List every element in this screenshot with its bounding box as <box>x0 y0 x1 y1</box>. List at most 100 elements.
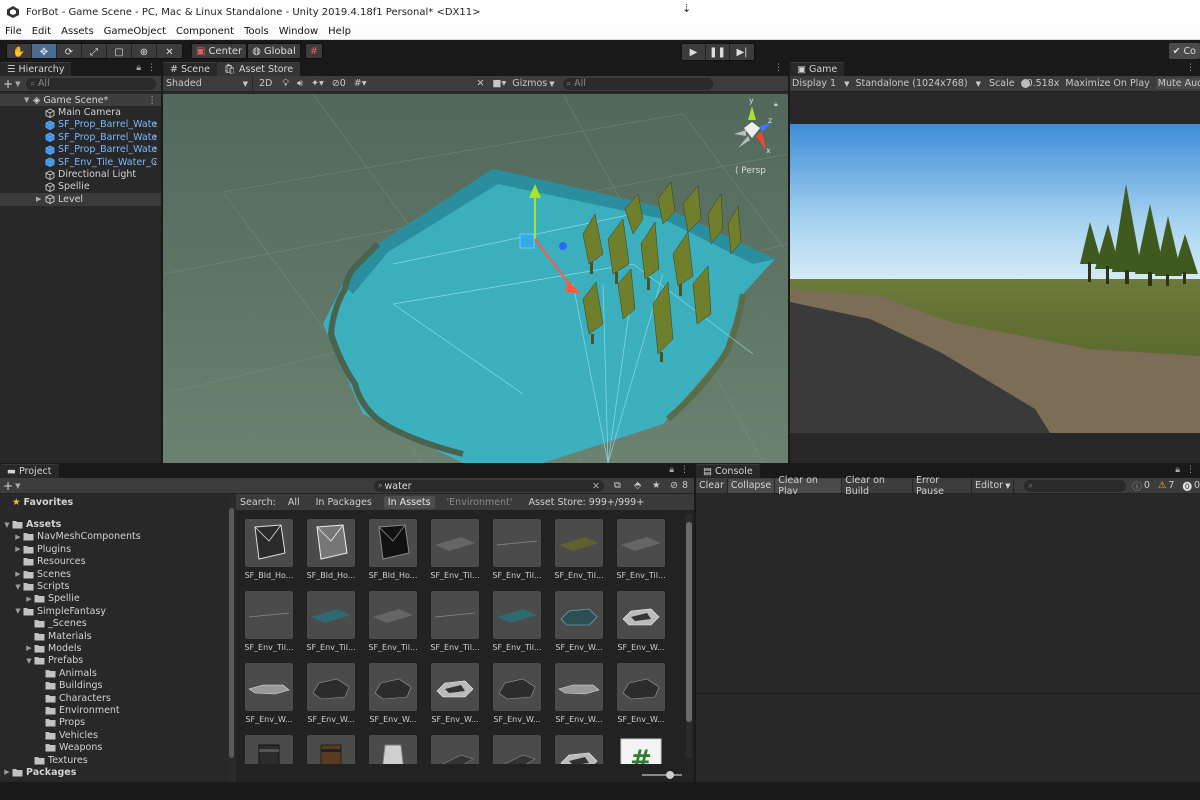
move-tool-button[interactable]: ✥ <box>32 44 57 58</box>
folder-row[interactable]: Animals <box>0 667 228 679</box>
maximize-on-play-toggle[interactable]: Maximize On Play <box>1065 78 1149 89</box>
visibility-icon[interactable]: ⊘ <box>332 78 340 89</box>
camera-tools-icon[interactable]: ✕ <box>477 78 485 89</box>
hierarchy-item[interactable]: Main Camera <box>0 106 161 118</box>
expand-arrow-icon[interactable]: ▶ <box>24 644 34 652</box>
kebab-menu-icon[interactable]: ⋮ <box>680 465 689 475</box>
scene-menu-icon[interactable]: ⋮ <box>148 95 158 106</box>
folder-row[interactable]: Weapons <box>0 741 228 753</box>
prefab-open-chevron-icon[interactable]: › <box>153 119 157 130</box>
console-collapse-button[interactable]: Collapse <box>727 478 776 493</box>
folder-row[interactable]: Environment <box>0 704 228 716</box>
tree-scrollbar[interactable] <box>229 508 234 758</box>
scene-viewport[interactable]: y z x 🔒︎ ⟨ Persp <box>163 94 788 463</box>
hierarchy-item[interactable]: SF_Prop_Barrel_Wate › <box>0 131 161 143</box>
menu-gameobject[interactable]: GameObject <box>99 26 171 37</box>
hierarchy-item[interactable]: SF_Prop_Barrel_Wate › <box>0 144 161 156</box>
folder-row[interactable]: ▼ SimpleFantasy <box>0 605 228 617</box>
folder-row[interactable]: ▶ Models <box>0 642 228 654</box>
asset-tile[interactable]: SF_Env_W... <box>488 663 546 729</box>
camera-settings-icon[interactable]: ■▾ <box>492 78 506 89</box>
asset-tile[interactable] <box>240 735 298 764</box>
asset-tile[interactable] <box>550 735 608 764</box>
folder-row[interactable]: ▶ Plugins <box>0 543 228 555</box>
tab-game[interactable]: ▣ Game <box>790 62 845 76</box>
asset-tile[interactable]: SF_Env_Til... <box>550 519 608 585</box>
menu-component[interactable]: Component <box>171 26 239 37</box>
asset-tile[interactable]: SF_Env_W... <box>302 663 360 729</box>
grid-snap-button[interactable]: # <box>304 43 324 59</box>
grid-scrollbar[interactable] <box>686 514 692 758</box>
pivot-center-toggle[interactable]: ▣ Center <box>191 43 248 59</box>
asset-tile[interactable]: SF_Env_W... <box>550 663 608 729</box>
gizmos-dropdown[interactable]: Gizmos <box>512 78 547 89</box>
folder-row[interactable]: Vehicles <box>0 729 228 741</box>
scope-all[interactable]: All <box>284 496 304 509</box>
grid-scrollbar-thumb[interactable] <box>686 522 692 722</box>
asset-tile[interactable]: # <box>612 735 670 764</box>
scale-slider-thumb[interactable] <box>1020 78 1030 88</box>
menu-edit[interactable]: Edit <box>27 26 56 37</box>
expand-arrow-icon[interactable]: ▼ <box>24 657 34 665</box>
folder-row[interactable]: Materials <box>0 630 228 642</box>
hierarchy-item[interactable]: SF_Prop_Barrel_Wate › <box>0 119 161 131</box>
console-clear-button[interactable]: Clear <box>696 478 728 493</box>
hand-tool-button[interactable]: ✋ <box>7 44 32 58</box>
search-by-type-icon[interactable]: ⧉ <box>614 480 621 491</box>
folder-row[interactable]: ▶ NavMeshComponents <box>0 531 228 543</box>
orientation-gizmo[interactable]: y z x 🔒︎ <box>722 96 782 164</box>
kebab-menu-icon[interactable]: ⋮ <box>774 63 783 73</box>
expand-arrow-icon[interactable]: ▼ <box>13 607 23 615</box>
display-dropdown[interactable]: Display 1 <box>792 78 836 89</box>
asset-tile[interactable]: SF_Bld_Ho... <box>240 519 298 585</box>
menu-help[interactable]: Help <box>323 26 356 37</box>
console-search-field[interactable]: ⌕ <box>1024 479 1127 492</box>
resolution-dropdown[interactable]: Standalone (1024x768) <box>855 78 967 89</box>
scene-search-field[interactable]: ⌕ All <box>562 77 713 90</box>
audio-toggle-icon[interactable]: 🔊︎ <box>297 78 303 89</box>
folder-row[interactable]: Buildings <box>0 679 228 691</box>
dropdown-arrow-icon[interactable]: ▼ <box>15 482 20 490</box>
folder-row[interactable]: Textures <box>0 754 228 766</box>
hierarchy-item[interactable]: ▶ Level <box>0 193 161 206</box>
expand-arrow-icon[interactable]: ▼ <box>24 96 33 104</box>
console-log-area[interactable] <box>696 494 1200 694</box>
folder-row[interactable]: Characters <box>0 692 228 704</box>
custom-tool-button[interactable]: ✕ <box>157 44 182 58</box>
expand-arrow-icon[interactable]: ▶ <box>36 195 45 203</box>
persp-toggle[interactable]: ⟨ Persp <box>735 166 766 176</box>
folder-row[interactable]: ▶ Packages <box>0 766 228 778</box>
tab-asset-store[interactable]: 🛍︎ Asset Store <box>216 62 301 76</box>
prefab-open-chevron-icon[interactable]: › <box>153 144 157 155</box>
asset-tile[interactable] <box>364 735 422 764</box>
scene-root-row[interactable]: ▼ ◈ Game Scene* ⋮ <box>0 94 161 107</box>
folder-row[interactable]: Resources <box>0 556 228 568</box>
asset-tile[interactable]: SF_Env_W... <box>612 663 670 729</box>
asset-tile[interactable]: SF_Env_W... <box>364 663 422 729</box>
play-button[interactable]: ▶ <box>682 44 706 60</box>
2d-toggle[interactable]: 2D <box>259 78 272 89</box>
folder-row[interactable]: Props <box>0 717 228 729</box>
favorite-star-icon[interactable]: ★ <box>652 480 661 491</box>
lighting-toggle-icon[interactable]: 💡︎ <box>282 78 289 89</box>
hierarchy-item[interactable]: Directional Light <box>0 168 161 180</box>
menu-tools[interactable]: Tools <box>239 26 274 37</box>
pivot-global-toggle[interactable]: ◍ Global <box>247 43 301 59</box>
add-button[interactable]: + <box>3 77 13 91</box>
transform-tool-button[interactable]: ⊕ <box>132 44 157 58</box>
console-error-pause-button[interactable]: Error Pause <box>913 475 972 497</box>
console-detail-area[interactable] <box>696 696 1200 782</box>
folder-row[interactable]: ▶ Scenes <box>0 568 228 580</box>
thumbnail-size-slider[interactable] <box>642 771 682 779</box>
hierarchy-item[interactable]: Spellie <box>0 181 161 193</box>
pause-button[interactable]: ❚❚ <box>706 44 730 60</box>
scope-in-packages[interactable]: In Packages <box>312 496 376 509</box>
error-filter-toggle[interactable]: ⓿ 0 <box>1182 479 1200 493</box>
asset-tile[interactable]: SF_Env_Til... <box>240 591 298 657</box>
warning-filter-toggle[interactable]: ⚠ 7 <box>1158 480 1175 491</box>
console-editor-dropdown[interactable]: Editor ▼ <box>972 478 1015 493</box>
folder-row[interactable]: ▶ Spellie <box>0 593 228 605</box>
kebab-menu-icon[interactable]: ⋮ <box>1186 465 1195 475</box>
scope-in-assets[interactable]: In Assets <box>383 495 435 509</box>
step-button[interactable]: ▶| <box>730 44 754 60</box>
